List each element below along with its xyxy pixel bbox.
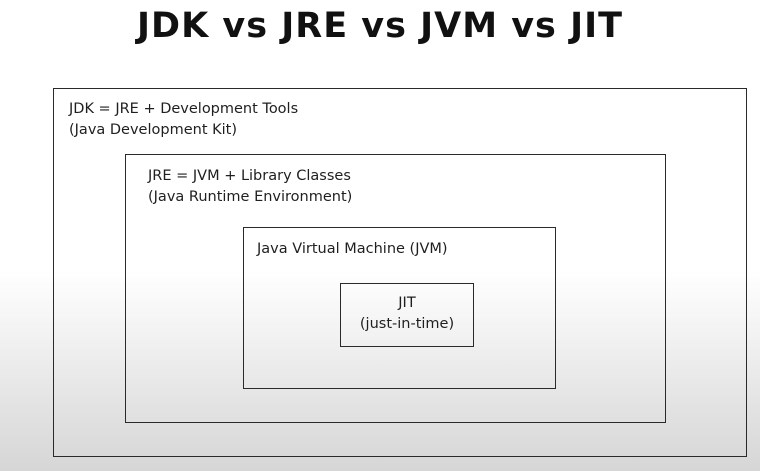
jre-label: JRE = JVM + Library Classes (Java Runtim… xyxy=(148,166,352,208)
jdk-full-name: (Java Development Kit) xyxy=(69,122,237,138)
jit-label: JIT (just-in-time) xyxy=(341,293,473,335)
jit-name: JIT xyxy=(398,295,416,311)
jre-definition: JRE = JVM + Library Classes xyxy=(148,168,351,184)
diagram-title: JDK vs JRE vs JVM vs JIT xyxy=(137,6,623,46)
jdk-definition: JDK = JRE + Development Tools xyxy=(69,101,299,117)
jit-box: JIT (just-in-time) xyxy=(340,283,474,347)
jre-full-name: (Java Runtime Environment) xyxy=(148,189,353,205)
jit-full-name: (just-in-time) xyxy=(359,316,455,332)
jdk-label: JDK = JRE + Development Tools (Java Deve… xyxy=(69,99,298,141)
jvm-label: Java Virtual Machine (JVM) xyxy=(257,239,448,260)
jvm-full-name: Java Virtual Machine (JVM) xyxy=(257,241,448,257)
